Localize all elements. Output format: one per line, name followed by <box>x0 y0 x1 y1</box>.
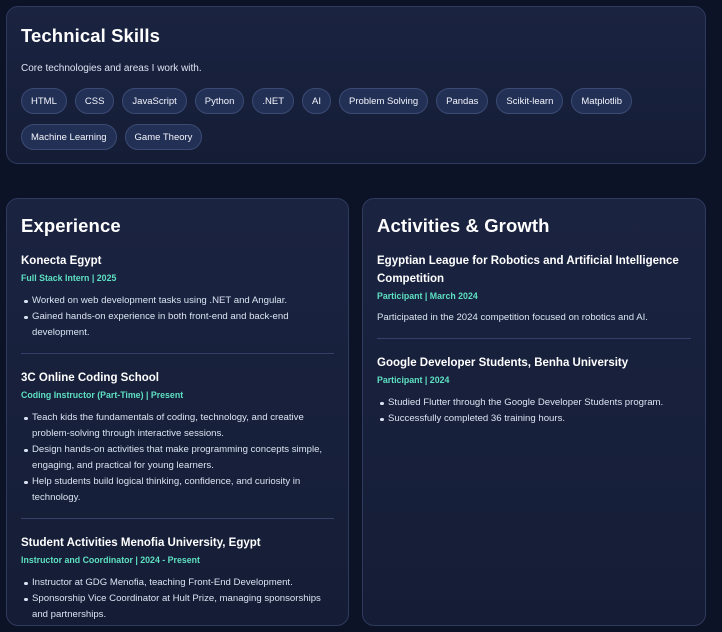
entry-bullet: Sponsorship Vice Coordinator at Hult Pri… <box>24 591 334 623</box>
entry-bullet: Help students build logical thinking, co… <box>24 474 334 506</box>
entry-bullet: Instructor at GDG Menofia, teaching Fron… <box>24 575 334 591</box>
skill-chip-pandas: Pandas <box>436 88 489 114</box>
entry-title: Student Activities Menofia University, E… <box>21 537 261 549</box>
entry-meta: Participant | 2024 <box>377 375 450 385</box>
entry-meta: Instructor and Coordinator | 2024 - Pres… <box>21 555 200 565</box>
entry-bullet-list: Studied Flutter through the Google Devel… <box>377 395 691 427</box>
entry-bullet-list: Instructor at GDG Menofia, teaching Fron… <box>21 575 334 623</box>
entry-title: 3C Online Coding School <box>21 372 159 384</box>
skill-chip-ai: AI <box>302 88 331 114</box>
skill-chip-dotnet: .NET <box>252 88 294 114</box>
skill-chip-machine-learning: Machine Learning <box>21 124 117 150</box>
entry-bullet: Studied Flutter through the Google Devel… <box>380 395 691 411</box>
entry-bullet-list: Teach kids the fundamentals of coding, t… <box>21 410 334 506</box>
experience-entry: Student Activities Menofia University, E… <box>21 534 334 623</box>
entry-title: Egyptian League for Robotics and Artific… <box>377 255 679 285</box>
entry-bullet: Worked on web development tasks using .N… <box>24 293 334 309</box>
entry-description: Participated in the 2024 competition foc… <box>377 312 648 323</box>
skill-chip-html: HTML <box>21 88 67 114</box>
skill-chip-javascript: JavaScript <box>122 88 187 114</box>
skills-title: Technical Skills <box>21 25 161 46</box>
activities-title: Activities & Growth <box>377 215 550 236</box>
entry-bullet: Design hands-on activities that make pro… <box>24 442 334 474</box>
skills-card: Technical Skills Core technologies and a… <box>6 6 706 164</box>
activity-entry: Google Developer Students, Benha Univers… <box>377 354 691 427</box>
skills-description: Core technologies and areas I work with. <box>21 63 202 74</box>
entry-meta: Coding Instructor (Part-Time) | Present <box>21 390 184 400</box>
entry-bullet: Teach kids the fundamentals of coding, t… <box>24 410 334 442</box>
activity-entry: Egyptian League for Robotics and Artific… <box>377 252 691 339</box>
experience-entry: Konecta Egypt Full Stack Intern | 2025 W… <box>21 252 334 354</box>
entry-title: Konecta Egypt <box>21 255 102 267</box>
entry-divider <box>21 353 334 354</box>
skills-chip-list: HTML CSS JavaScript Python .NET AI Probl… <box>21 88 661 150</box>
entry-divider <box>21 518 334 519</box>
skill-chip-scikit-learn: Scikit-learn <box>496 88 564 114</box>
skill-chip-game-theory: Game Theory <box>124 124 203 150</box>
skill-chip-python: Python <box>194 88 245 114</box>
skill-chip-css: CSS <box>74 88 115 114</box>
entry-bullet: Successfully completed 36 training hours… <box>380 411 691 427</box>
entry-title: Google Developer Students, Benha Univers… <box>377 357 629 369</box>
experience-entry: 3C Online Coding School Coding Instructo… <box>21 369 334 519</box>
experience-title: Experience <box>21 215 121 236</box>
experience-card: Experience Konecta Egypt Full Stack Inte… <box>6 198 349 626</box>
entry-bullet: Gained hands-on experience in both front… <box>24 309 334 341</box>
entry-bullet-list: Worked on web development tasks using .N… <box>21 293 334 341</box>
activities-card: Activities & Growth Egyptian League for … <box>362 198 706 626</box>
skill-chip-problem-solving: Problem Solving <box>338 88 429 114</box>
entry-meta: Full Stack Intern | 2025 <box>21 273 117 283</box>
skill-chip-matplotlib: Matplotlib <box>571 88 633 114</box>
entry-divider <box>377 338 691 339</box>
entry-meta: Participant | March 2024 <box>377 291 478 301</box>
